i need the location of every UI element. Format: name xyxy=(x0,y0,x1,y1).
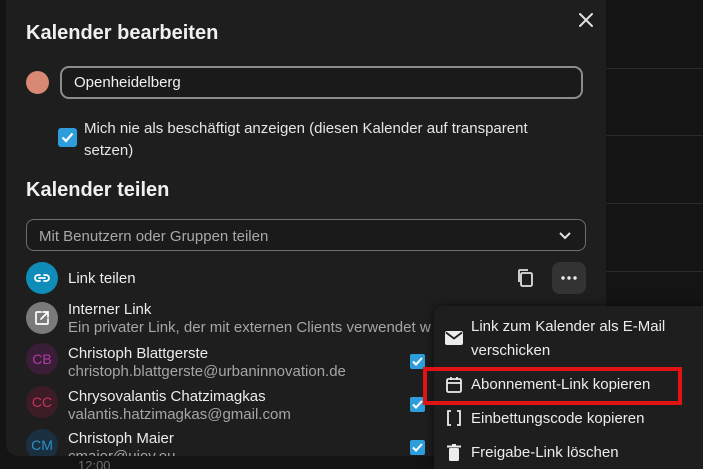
copy-icon xyxy=(518,269,533,287)
transparent-checkbox[interactable] xyxy=(58,128,77,147)
avatar: CM xyxy=(26,429,58,456)
trash-icon xyxy=(444,442,464,462)
avatar: CC xyxy=(26,386,58,418)
share-user-name: Chrysovalantis Chatzimagkas xyxy=(68,388,266,405)
more-dots-icon xyxy=(561,276,577,280)
menu-item-label: verschicken xyxy=(471,342,551,359)
brackets-icon xyxy=(444,408,464,428)
share-user-email: cmaier@uiov.eu xyxy=(68,448,176,456)
internal-link-description: Ein privater Link, der mit externen Clie… xyxy=(68,319,431,336)
calendar-name-input[interactable] xyxy=(60,66,583,99)
share-user-name: Christoph Blattgerste xyxy=(68,345,209,362)
share-link-label: Link teilen xyxy=(68,270,136,287)
share-permission-checkbox[interactable] xyxy=(410,440,425,455)
copy-link-button[interactable] xyxy=(511,264,539,292)
avatar: CB xyxy=(26,343,58,375)
chevron-down-icon xyxy=(559,232,571,240)
background-grid-line xyxy=(606,68,703,69)
calendar-color-picker[interactable] xyxy=(26,71,49,94)
checkmark-icon xyxy=(412,400,423,409)
share-select-placeholder: Mit Benutzern oder Gruppen teilen xyxy=(39,228,269,245)
menu-item-label: Link zum Kalender als E-Mail xyxy=(471,318,666,335)
share-section-title: Kalender teilen xyxy=(26,179,170,201)
checkmark-icon xyxy=(412,443,423,452)
close-icon xyxy=(579,13,593,27)
dialog-title: Kalender bearbeiten xyxy=(26,22,219,44)
link-icon xyxy=(26,262,58,294)
checkmark-icon xyxy=(412,357,423,366)
share-user-email: christoph.blattgerste@urbaninnovation.de xyxy=(68,363,346,380)
checkmark-icon xyxy=(61,132,74,143)
background-grid-line xyxy=(606,135,703,136)
close-button[interactable] xyxy=(574,8,598,32)
transparent-checkbox-label: Mich nie als beschäftigt anzeigen (diese… xyxy=(84,120,528,159)
share-user-email: valantis.hatzimagkas@gmail.com xyxy=(68,406,291,423)
external-link-icon xyxy=(26,302,58,334)
email-icon xyxy=(444,328,464,348)
share-user-name: Christoph Maier xyxy=(68,430,174,447)
more-actions-button[interactable] xyxy=(552,262,586,294)
menu-item-label: Freigabe-Link löschen xyxy=(471,444,619,461)
internal-link-title: Interner Link xyxy=(68,301,152,318)
highlight-annotation-box xyxy=(423,367,682,405)
share-with-users-select[interactable]: Mit Benutzern oder Gruppen teilen xyxy=(26,219,586,251)
menu-item-copy-embed-code[interactable]: Einbettungscode kopieren xyxy=(434,406,703,432)
menu-item-label: Einbettungscode kopieren xyxy=(471,410,645,427)
background-grid-line xyxy=(606,271,703,272)
menu-item-send-email[interactable]: Link zum Kalender als E-Mail verschicken xyxy=(434,314,703,364)
background-grid-line xyxy=(606,203,703,204)
menu-item-delete-share-link[interactable]: Freigabe-Link löschen xyxy=(434,440,703,466)
background-time-label: 12:00 xyxy=(78,458,111,469)
